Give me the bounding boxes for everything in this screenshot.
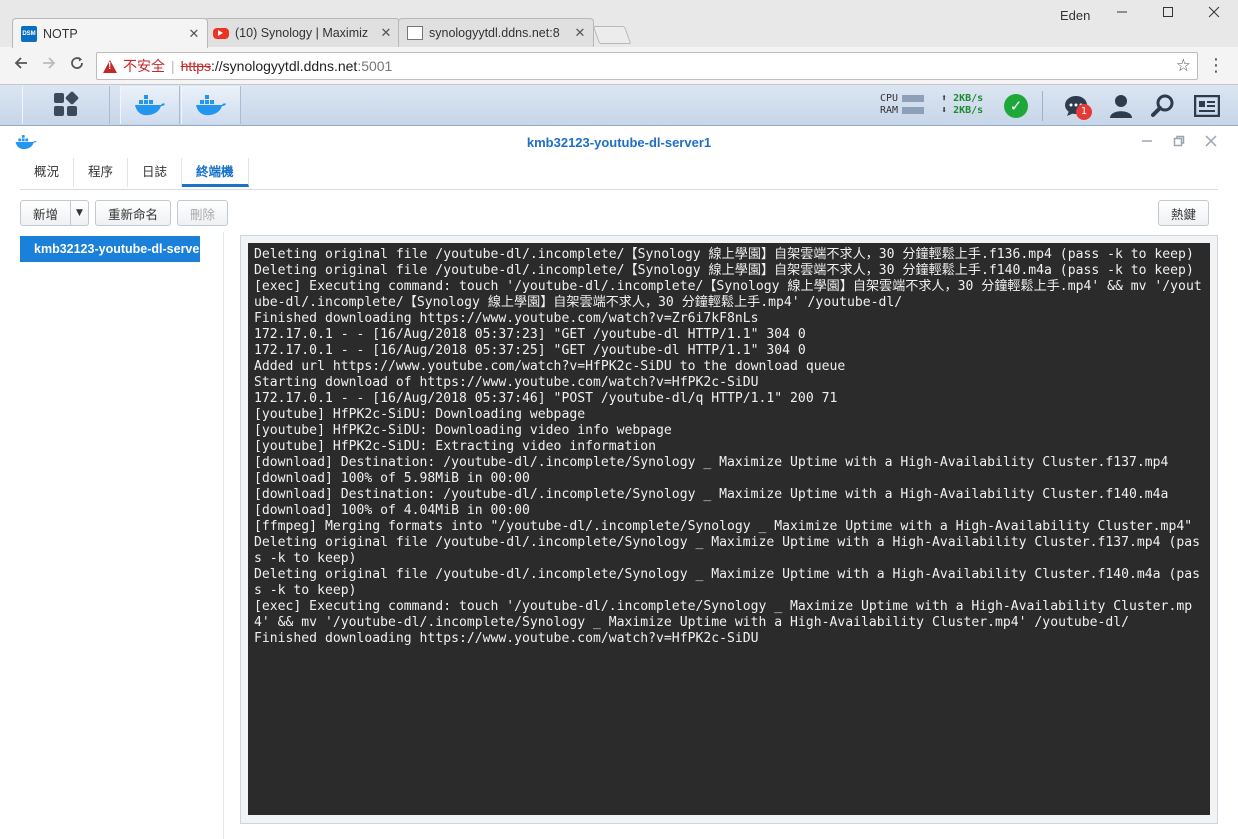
notification-badge: 1	[1076, 104, 1092, 120]
terminal-line: [exec] Executing command: touch '/youtub…	[254, 279, 1202, 310]
window-restore-icon[interactable]	[1170, 134, 1188, 152]
address-bar: 不安全 | https ://synologyytdl.ddns.net :50…	[0, 47, 1238, 85]
terminal-line: 172.17.0.1 - - [16/Aug/2018 05:37:25] "G…	[254, 343, 806, 358]
document-icon	[407, 26, 423, 40]
widgets-icon[interactable]	[1194, 93, 1220, 119]
window-minimize-icon[interactable]	[1138, 134, 1156, 152]
tab-title: synologyytdl.ddns.net:8	[429, 26, 560, 40]
search-icon[interactable]	[1150, 93, 1176, 119]
browser-tab-ytdl[interactable]: synologyytdl.ddns.net:8 ✕	[398, 18, 594, 47]
terminal-line: 172.17.0.1 - - [16/Aug/2018 05:37:46] "P…	[254, 391, 838, 406]
minimize-icon[interactable]	[1112, 4, 1132, 24]
browser-tab-youtube[interactable]: (10) Synology | Maximiz ✕	[204, 18, 400, 47]
terminal-line: [download] Destination: /youtube-dl/.inc…	[254, 487, 1169, 502]
container-tabs: 概況 程序 日誌 終端機	[20, 158, 1218, 190]
ram-label: RAM	[880, 105, 899, 116]
tab-overview[interactable]: 概況	[20, 158, 75, 187]
terminal-line: [ffmpeg] Merging formats into "/youtube-…	[254, 519, 1193, 534]
delete-button[interactable]: 刪除	[176, 200, 228, 226]
dsm-icon: DSM	[21, 25, 37, 42]
terminal-output[interactable]: Deleting original file /youtube-dl/.inco…	[248, 243, 1210, 815]
docker-taskbar-button-2[interactable]	[181, 86, 241, 124]
terminal-line: [download] Destination: /youtube-dl/.inc…	[254, 455, 1169, 470]
url-separator: |	[171, 58, 175, 74]
back-icon[interactable]	[10, 55, 32, 77]
network-monitor[interactable]: ⬆ 2KB/s ⬇ 2KB/s	[941, 93, 983, 117]
terminal-line: Deleting original file /youtube-dl/.inco…	[254, 535, 1200, 566]
url-scheme: https	[180, 58, 211, 74]
terminal-line: 172.17.0.1 - - [16/Aug/2018 05:37:23] "G…	[254, 327, 806, 342]
terminal-frame: Deleting original file /youtube-dl/.inco…	[240, 235, 1218, 824]
terminal-line: Added url https://www.youtube.com/watch?…	[254, 359, 846, 374]
bookmark-star-icon[interactable]: ☆	[1176, 56, 1191, 76]
reload-icon[interactable]	[66, 55, 88, 77]
download-rate: 2KB/s	[953, 105, 984, 116]
session-list: kmb32123-youtube-dl-server1	[20, 232, 224, 839]
main-menu-icon	[54, 90, 80, 117]
main-menu-button[interactable]	[22, 86, 110, 124]
docker-taskbar-button-1[interactable]	[120, 86, 180, 124]
url-port: :5001	[357, 58, 393, 74]
docker-icon	[135, 95, 165, 116]
download-arrow-icon: ⬇	[941, 105, 948, 116]
list-item[interactable]: kmb32123-youtube-dl-server1	[20, 236, 200, 262]
cpu-label: CPU	[880, 93, 899, 104]
add-button[interactable]: 新增	[20, 200, 72, 226]
window-close-icon[interactable]	[1202, 134, 1220, 152]
terminal-line: [download] 100% of 4.04MiB in 00:00	[254, 503, 530, 518]
browser-tab-strip: DSM NOTP ✕ (10) Synology | Maximiz ✕ syn…	[0, 0, 1238, 48]
tab-title: (10) Synology | Maximiz	[235, 26, 369, 40]
close-icon[interactable]: ✕	[573, 25, 587, 41]
tab-title: NOTP	[43, 26, 78, 41]
window-titlebar: kmb32123-youtube-dl-server1	[0, 127, 1238, 159]
dsm-taskbar: CPU RAM ⬆ 2KB/s ⬇ 2KB/s ✓	[0, 85, 1238, 126]
terminal-line: Finished downloading https://www.youtube…	[254, 631, 759, 646]
warning-icon	[103, 59, 117, 73]
taskbar-divider	[1042, 91, 1043, 121]
close-icon[interactable]: ✕	[379, 25, 393, 41]
terminal-line: Deleting original file /youtube-dl/.inco…	[254, 247, 1194, 262]
browser-tab-notp[interactable]: DSM NOTP ✕	[12, 18, 208, 48]
browser-menu-icon[interactable]: ⋮	[1206, 55, 1226, 77]
terminal-line: Deleting original file /youtube-dl/.inco…	[254, 567, 1200, 598]
cpu-bar	[902, 94, 925, 102]
url-input[interactable]: 不安全 | https ://synologyytdl.ddns.net :50…	[96, 52, 1198, 80]
ram-bar	[902, 106, 925, 114]
resource-monitor[interactable]: CPU RAM	[880, 93, 925, 117]
tab-processes[interactable]: 程序	[74, 158, 129, 187]
forward-icon[interactable]	[38, 55, 60, 77]
rename-button[interactable]: 重新命名	[94, 200, 171, 226]
youtube-icon	[213, 27, 229, 39]
terminal-line: [youtube] HfPK2c-SiDU: Extracting video …	[254, 439, 657, 454]
terminal-line: Deleting original file /youtube-dl/.inco…	[254, 263, 1194, 278]
url-host: ://synologyytdl.ddns.net	[211, 58, 358, 74]
add-dropdown-chevron-icon[interactable]: ▼	[71, 200, 89, 226]
terminal-line: [youtube] HfPK2c-SiDU: Downloading video…	[254, 423, 672, 438]
terminal-line: [download] 100% of 5.98MiB in 00:00	[254, 471, 530, 486]
docker-icon	[196, 95, 226, 116]
terminal-line: [youtube] HfPK2c-SiDU: Downloading webpa…	[254, 407, 586, 422]
upload-rate: 2KB/s	[953, 93, 984, 104]
window-close-icon[interactable]	[1204, 4, 1224, 24]
close-icon[interactable]: ✕	[187, 26, 201, 42]
tab-terminal[interactable]: 終端機	[182, 158, 249, 187]
hotkey-button[interactable]: 熱鍵	[1158, 200, 1210, 226]
terminal-line: Starting download of https://www.youtube…	[254, 375, 759, 390]
new-tab-button[interactable]	[592, 26, 632, 44]
maximize-icon[interactable]	[1158, 4, 1178, 24]
security-status[interactable]: 不安全	[123, 56, 165, 76]
terminal-line: Finished downloading https://www.youtube…	[254, 311, 759, 326]
profile-name[interactable]: Eden	[1060, 8, 1090, 23]
add-split-button: 新增 ▼	[20, 200, 89, 226]
upload-arrow-icon: ⬆	[941, 93, 948, 104]
terminal-line: [exec] Executing command: touch '/youtub…	[254, 599, 1193, 630]
tab-logs[interactable]: 日誌	[128, 158, 183, 187]
system-health-ok-icon[interactable]: ✓	[1004, 94, 1028, 118]
user-icon[interactable]	[1108, 93, 1134, 119]
terminal-toolbar: 新增 ▼ 重新命名 刪除	[20, 200, 228, 226]
window-title: kmb32123-youtube-dl-server1	[526, 135, 712, 150]
